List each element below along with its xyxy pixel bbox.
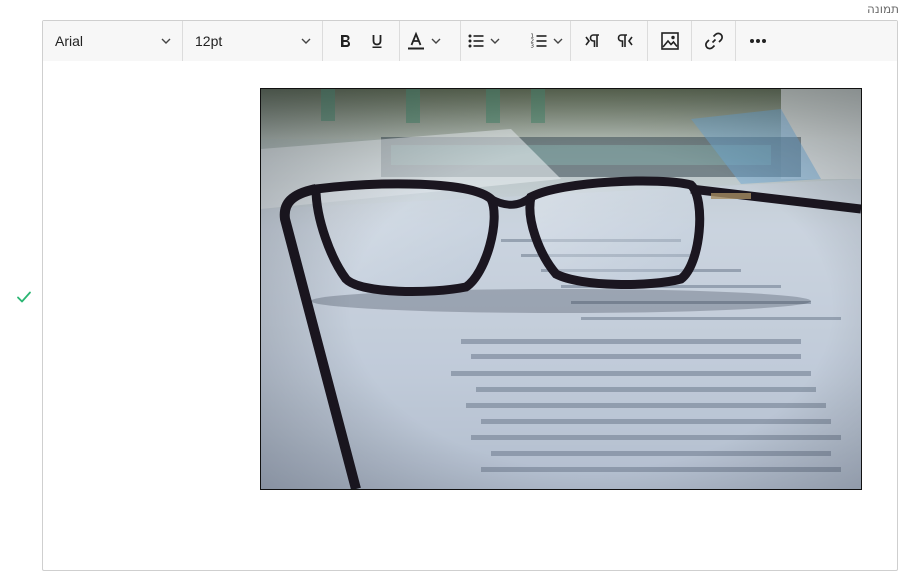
editor-content[interactable] — [43, 61, 897, 570]
image-group — [648, 21, 692, 61]
bullet-list-button[interactable] — [467, 25, 501, 57]
bold-button[interactable] — [331, 25, 359, 57]
font-size-select[interactable]: 12pt — [183, 33, 322, 49]
font-family-value: Arial — [55, 33, 84, 49]
text-color-group — [400, 21, 461, 61]
insert-image-button[interactable] — [656, 25, 684, 57]
image-icon — [660, 32, 679, 50]
editor-toolbar: Arial 12pt 1 2 3 — [43, 21, 897, 61]
link-icon — [704, 32, 723, 50]
svg-text:3: 3 — [531, 44, 535, 50]
insert-link-button[interactable] — [700, 25, 728, 57]
link-group — [692, 21, 736, 61]
rich-text-editor[interactable]: Arial 12pt 1 2 3 — [42, 20, 898, 571]
eyeglasses-photo — [261, 89, 861, 489]
font-family-select[interactable]: Arial — [43, 33, 182, 49]
ltr-button[interactable] — [579, 25, 607, 57]
rtl-paragraph-icon — [617, 34, 633, 47]
numbered-list-icon: 1 2 3 — [531, 34, 547, 50]
chevron-down-icon — [161, 38, 171, 44]
list-group: 1 2 3 — [461, 21, 571, 61]
text-color-icon — [408, 31, 424, 50]
bullet-list-icon — [468, 34, 484, 48]
chevron-down-icon — [553, 38, 563, 44]
ltr-paragraph-icon — [585, 34, 599, 47]
direction-group — [571, 21, 648, 61]
field-label: תמונה — [867, 2, 899, 16]
more-button[interactable] — [744, 25, 772, 57]
font-size-group: 12pt — [183, 21, 323, 61]
rtl-button[interactable] — [611, 25, 639, 57]
text-color-button[interactable] — [406, 25, 442, 57]
more-group — [736, 21, 779, 61]
format-group — [323, 21, 400, 61]
more-icon — [749, 39, 766, 43]
inserted-image[interactable] — [260, 88, 862, 490]
font-size-value: 12pt — [195, 33, 223, 49]
chevron-down-icon — [490, 38, 500, 44]
valid-check-icon — [17, 291, 31, 303]
underline-button[interactable] — [363, 25, 391, 57]
chevron-down-icon — [301, 38, 311, 44]
font-family-group: Arial — [43, 21, 183, 61]
underline-icon — [372, 35, 382, 48]
bold-icon — [341, 35, 350, 47]
numbered-list-button[interactable]: 1 2 3 — [530, 25, 564, 57]
chevron-down-icon — [431, 38, 441, 44]
